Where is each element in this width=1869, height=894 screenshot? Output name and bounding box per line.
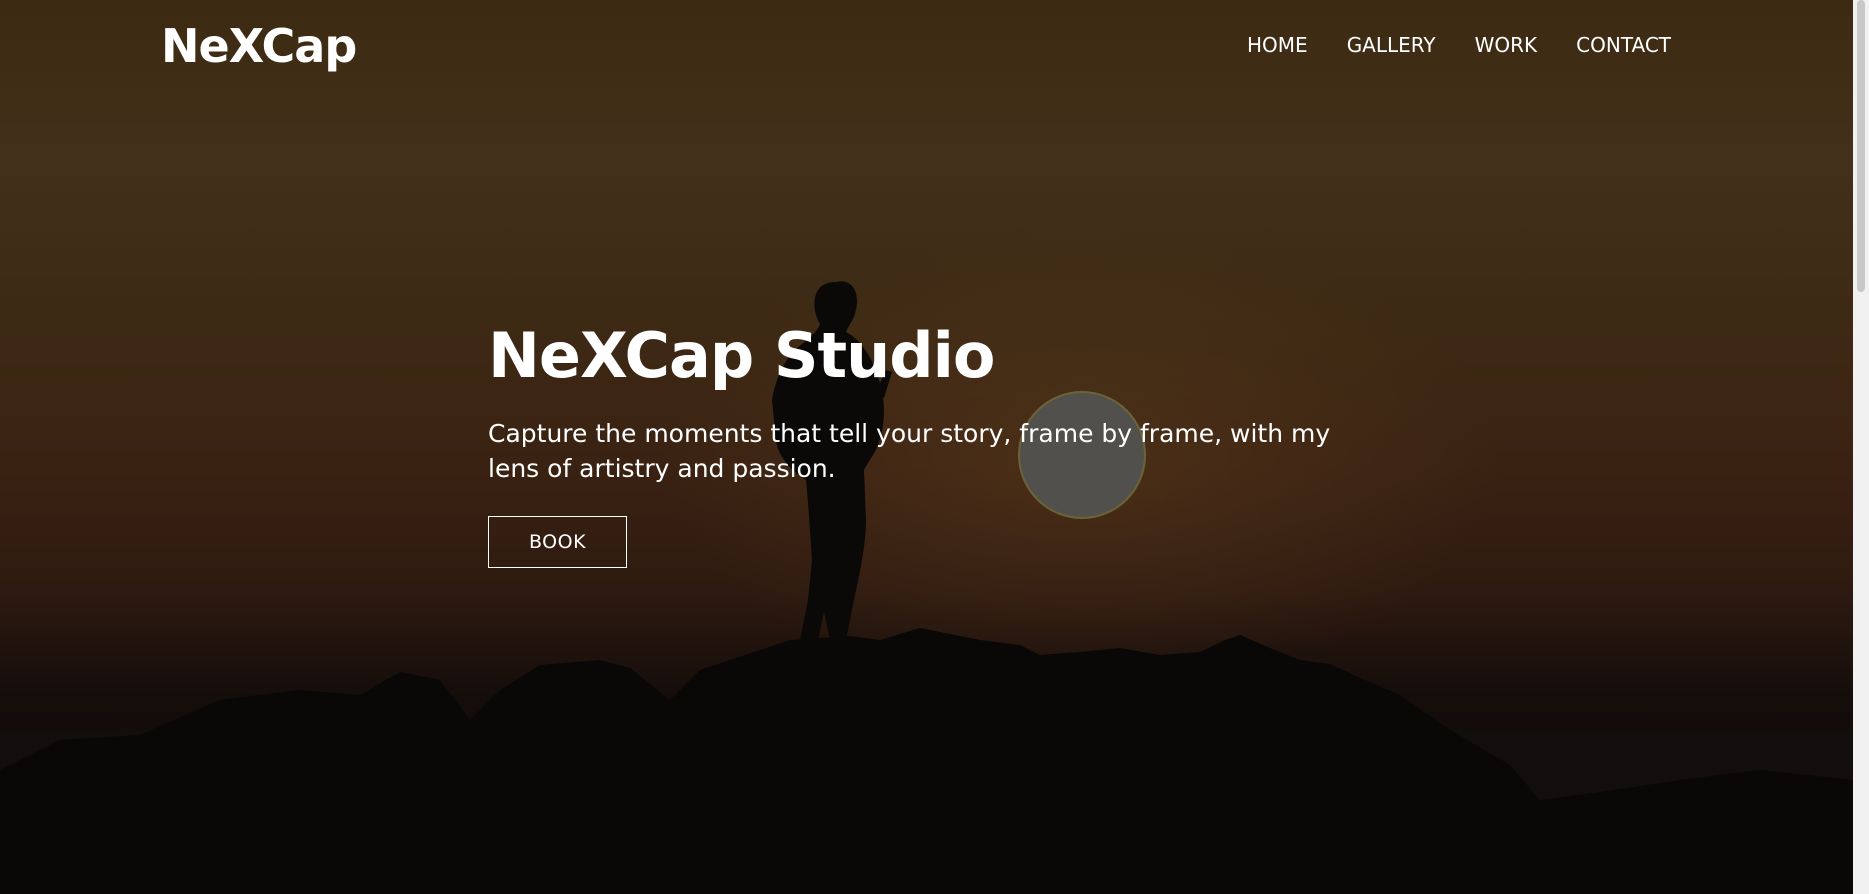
nav-item-home: HOME — [1247, 30, 1308, 60]
brand-logo[interactable]: NeXCap — [161, 16, 357, 76]
main-nav: HOME GALLERY WORK CONTACT — [1247, 30, 1671, 60]
hero-content: NeXCap Studio Capture the moments that t… — [488, 318, 1368, 568]
nav-link-work[interactable]: WORK — [1475, 33, 1538, 57]
hero-tagline: Capture the moments that tell your story… — [488, 419, 1331, 483]
page-scrollbar[interactable] — [1853, 0, 1869, 894]
scrollbar-thumb[interactable] — [1857, 0, 1865, 292]
nav-item-contact: CONTACT — [1576, 30, 1671, 60]
nav-item-work: WORK — [1475, 30, 1538, 60]
browser-viewport: NeXCap HOME GALLERY WORK CONTACT NeXCap … — [0, 0, 1869, 894]
nav-link-contact[interactable]: CONTACT — [1576, 33, 1671, 57]
nav-link-gallery[interactable]: GALLERY — [1347, 33, 1436, 57]
hero-section: NeXCap HOME GALLERY WORK CONTACT NeXCap … — [0, 0, 1853, 894]
hero-title: NeXCap Studio — [488, 319, 996, 392]
nav-item-gallery: GALLERY — [1347, 30, 1436, 60]
book-button[interactable]: BOOK — [488, 516, 627, 568]
nav-link-home[interactable]: HOME — [1247, 33, 1308, 57]
